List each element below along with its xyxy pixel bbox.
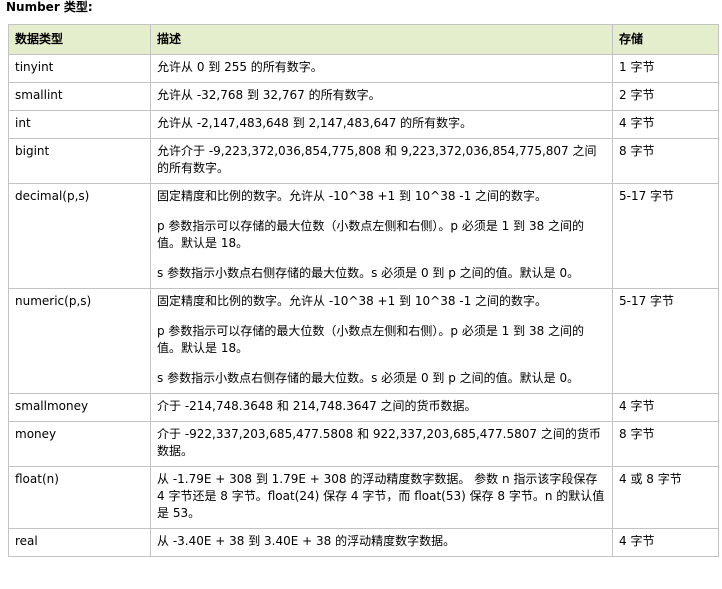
cell-storage: 4 字节 bbox=[612, 528, 719, 557]
table-row: bigint 允许介于 -9,223,372,036,854,775,808 和… bbox=[8, 138, 719, 184]
description-text: s 参数指示小数点右侧存储的最大位数。s 必须是 0 到 p 之间的值。默认是 … bbox=[157, 371, 580, 385]
description-text: 允许介于 -9,223,372,036,854,775,808 和 9,223,… bbox=[157, 144, 597, 175]
cell-type: real bbox=[8, 528, 151, 557]
cell-storage: 4 字节 bbox=[612, 110, 719, 139]
description-text: 从 -1.79E + 308 到 1.79E + 308 的浮动精度数字数据。 … bbox=[157, 472, 605, 520]
cell-description: 允许介于 -9,223,372,036,854,775,808 和 9,223,… bbox=[150, 138, 613, 184]
cell-type: bigint bbox=[8, 138, 151, 184]
description-text: 从 -3.40E + 38 到 3.40E + 38 的浮动精度数字数据。 bbox=[157, 534, 456, 548]
description-text: 介于 -214,748.3648 和 214,748.3647 之间的货币数据。 bbox=[157, 399, 477, 413]
column-header-type: 数据类型 bbox=[8, 24, 151, 55]
cell-description: 允许从 -32,768 到 32,767 的所有数字。 bbox=[150, 82, 613, 111]
description-text: s 参数指示小数点右侧存储的最大位数。s 必须是 0 到 p 之间的值。默认是 … bbox=[157, 266, 580, 280]
cell-storage: 8 字节 bbox=[612, 138, 719, 184]
table-row: numeric(p,s) 固定精度和比例的数字。允许从 -10^38 +1 到 … bbox=[8, 288, 719, 394]
cell-description: 从 -3.40E + 38 到 3.40E + 38 的浮动精度数字数据。 bbox=[150, 528, 613, 557]
table-row: tinyint 允许从 0 到 255 的所有数字。 1 字节 bbox=[8, 54, 719, 83]
table-row: smallmoney 介于 -214,748.3648 和 214,748.36… bbox=[8, 393, 719, 422]
cell-storage: 8 字节 bbox=[612, 421, 719, 467]
description-text: 介于 -922,337,203,685,477.5808 和 922,337,2… bbox=[157, 427, 601, 458]
cell-description: 介于 -214,748.3648 和 214,748.3647 之间的货币数据。 bbox=[150, 393, 613, 422]
column-header-description: 描述 bbox=[150, 24, 613, 55]
description-text: 固定精度和比例的数字。允许从 -10^38 +1 到 10^38 -1 之间的数… bbox=[157, 189, 548, 203]
cell-type: smallmoney bbox=[8, 393, 151, 422]
cell-type: int bbox=[8, 110, 151, 139]
description-text: 固定精度和比例的数字。允许从 -10^38 +1 到 10^38 -1 之间的数… bbox=[157, 294, 548, 308]
table-row: float(n) 从 -1.79E + 308 到 1.79E + 308 的浮… bbox=[8, 466, 719, 529]
cell-storage: 2 字节 bbox=[612, 82, 719, 111]
description-text: 允许从 0 到 255 的所有数字。 bbox=[157, 60, 323, 74]
cell-description: 固定精度和比例的数字。允许从 -10^38 +1 到 10^38 -1 之间的数… bbox=[150, 288, 613, 394]
description-text: 允许从 -32,768 到 32,767 的所有数字。 bbox=[157, 88, 381, 102]
cell-storage: 5-17 字节 bbox=[612, 183, 719, 289]
cell-description: 固定精度和比例的数字。允许从 -10^38 +1 到 10^38 -1 之间的数… bbox=[150, 183, 613, 289]
cell-description: 允许从 -2,147,483,648 到 2,147,483,647 的所有数字… bbox=[150, 110, 613, 139]
cell-type: money bbox=[8, 421, 151, 467]
description-text: p 参数指示可以存储的最大位数（小数点左侧和右侧）。p 必须是 1 到 38 之… bbox=[157, 219, 585, 250]
cell-type: tinyint bbox=[8, 54, 151, 83]
cell-type: smallint bbox=[8, 82, 151, 111]
table-row: int 允许从 -2,147,483,648 到 2,147,483,647 的… bbox=[8, 110, 719, 139]
table-row: real 从 -3.40E + 38 到 3.40E + 38 的浮动精度数字数… bbox=[8, 528, 719, 557]
cell-type: numeric(p,s) bbox=[8, 288, 151, 394]
section-heading: Number 类型: bbox=[6, 0, 93, 14]
column-header-storage: 存储 bbox=[612, 24, 719, 55]
description-text: p 参数指示可以存储的最大位数（小数点左侧和右侧）。p 必须是 1 到 38 之… bbox=[157, 324, 585, 355]
cell-storage: 4 或 8 字节 bbox=[612, 466, 719, 529]
cell-type: float(n) bbox=[8, 466, 151, 529]
cell-description: 从 -1.79E + 308 到 1.79E + 308 的浮动精度数字数据。 … bbox=[150, 466, 613, 529]
cell-type: decimal(p,s) bbox=[8, 183, 151, 289]
table-row: money 介于 -922,337,203,685,477.5808 和 922… bbox=[8, 421, 719, 467]
cell-storage: 1 字节 bbox=[612, 54, 719, 83]
table-row: smallint 允许从 -32,768 到 32,767 的所有数字。 2 字… bbox=[8, 82, 719, 111]
cell-description: 允许从 0 到 255 的所有数字。 bbox=[150, 54, 613, 83]
table-header-row: 数据类型 描述 存储 bbox=[8, 24, 719, 55]
cell-storage: 5-17 字节 bbox=[612, 288, 719, 394]
cell-storage: 4 字节 bbox=[612, 393, 719, 422]
cell-description: 介于 -922,337,203,685,477.5808 和 922,337,2… bbox=[150, 421, 613, 467]
number-types-table: 数据类型 描述 存储 tinyint 允许从 0 到 255 的所有数字。 1 … bbox=[8, 24, 719, 557]
table-row: decimal(p,s) 固定精度和比例的数字。允许从 -10^38 +1 到 … bbox=[8, 183, 719, 289]
description-text: 允许从 -2,147,483,648 到 2,147,483,647 的所有数字… bbox=[157, 116, 473, 130]
